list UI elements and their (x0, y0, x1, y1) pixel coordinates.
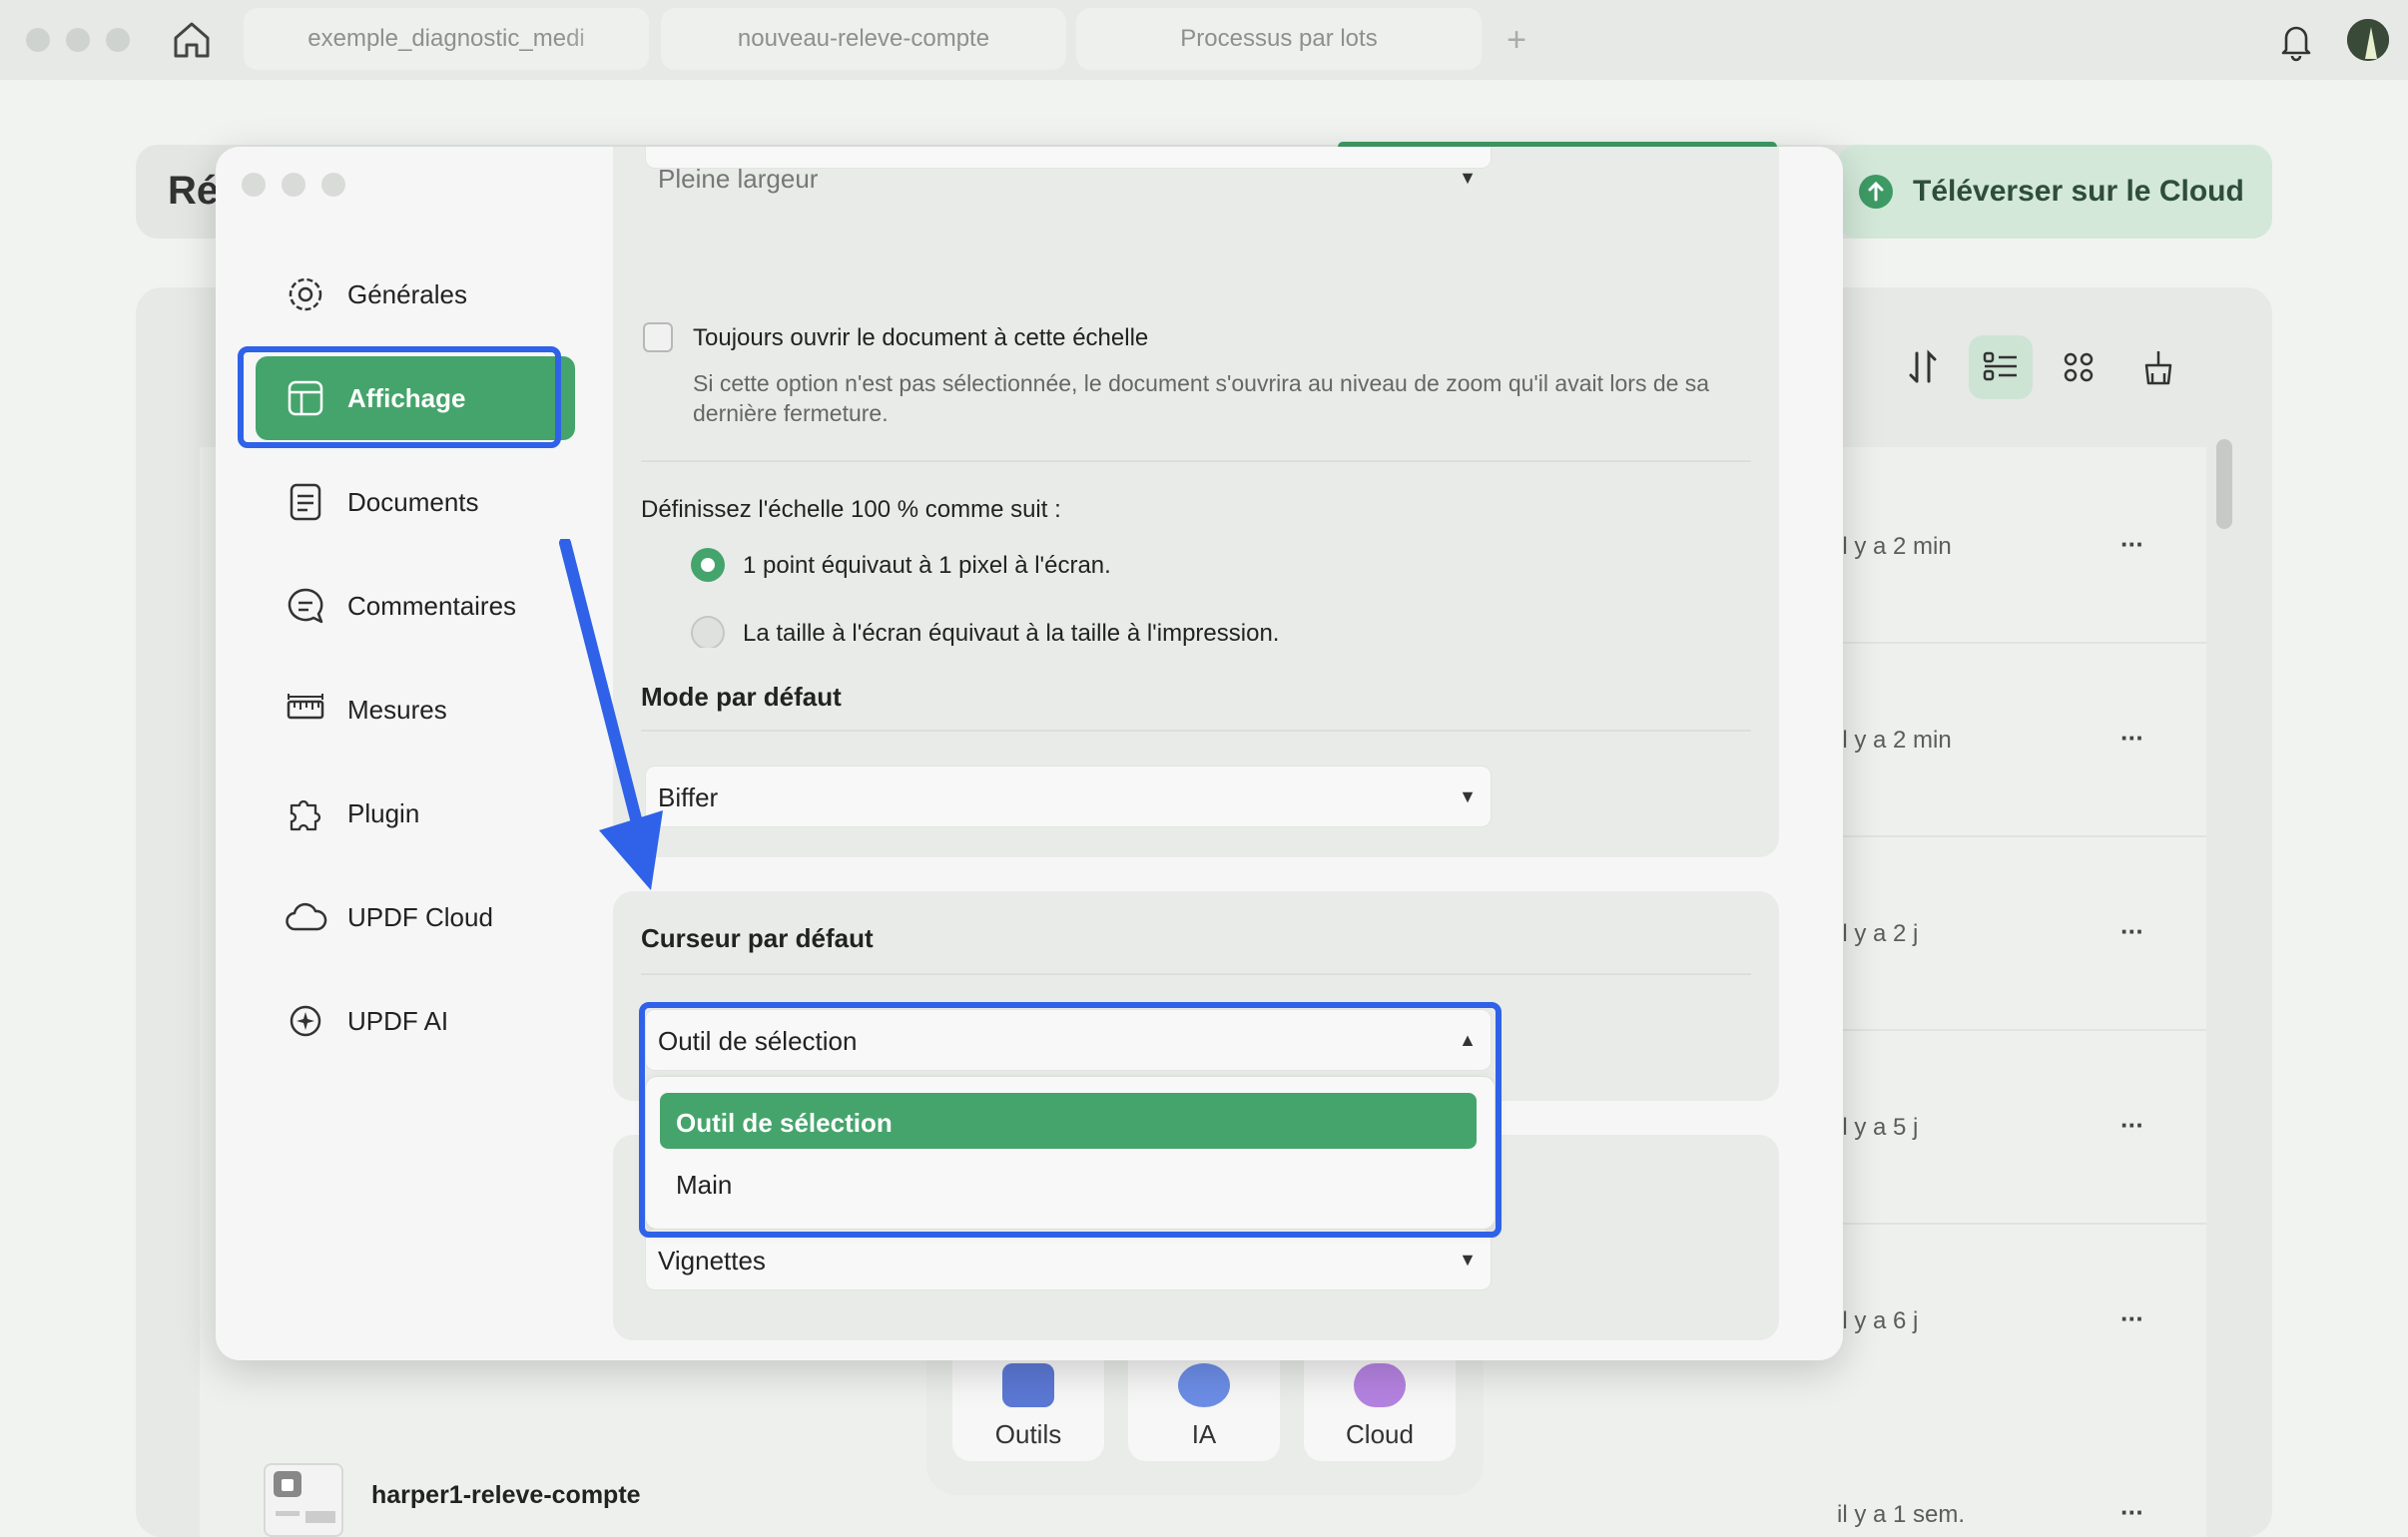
ruler-icon (284, 688, 327, 732)
row-modified-time: il y a 5 j (1837, 1114, 1919, 1141)
sidebar-item-updf-cloud[interactable]: UPDF Cloud (256, 875, 575, 959)
annotation-highlight-box (639, 1002, 1502, 1238)
row-divider (1837, 835, 2206, 837)
dialog-minimize-button[interactable] (282, 173, 305, 197)
row-modified-time: il y a 2 j (1837, 920, 1919, 947)
zoom-select[interactable]: Pleine largeur ▼ (645, 147, 1492, 194)
list-view-icon[interactable] (1969, 335, 2033, 399)
title-bar: exemple_diagnostic_medi nouveau-releve-c… (0, 0, 2408, 80)
dock-label: Outils (994, 1419, 1062, 1449)
window-close-button[interactable] (26, 28, 50, 52)
sidebar-item-label: Commentaires (347, 591, 517, 621)
window-zoom-button[interactable] (106, 28, 130, 52)
row-divider (1837, 1029, 2206, 1031)
upload-cloud-label: Téléverser sur le Cloud (1913, 175, 2244, 208)
chevron-down-icon: ▼ (1459, 168, 1477, 188)
row-more-button[interactable]: ··· (2120, 1110, 2154, 1141)
dock-ai-button[interactable]: IA (1128, 1343, 1280, 1461)
sidebar-item-label: UPDF Cloud (347, 902, 493, 932)
sidebar-item-label: UPDF AI (347, 1006, 449, 1036)
tab-document-2[interactable]: nouveau-releve-compte (661, 8, 1066, 70)
always-open-hint: Si cette option n'est pas sélectionnée, … (693, 370, 1710, 426)
divider (641, 460, 1751, 462)
chevron-down-icon: ▼ (1459, 1250, 1477, 1270)
divider (641, 973, 1751, 975)
sort-icon[interactable] (1891, 335, 1955, 399)
new-tab-button[interactable]: + (1502, 20, 1531, 60)
toolbox-icon (1002, 1363, 1054, 1407)
document-icon (284, 480, 327, 524)
dialog-close-button[interactable] (242, 173, 266, 197)
row-more-button[interactable]: ··· (2120, 723, 2154, 754)
bell-icon[interactable] (2276, 20, 2316, 62)
row-modified-time: il y a 6 j (1837, 1307, 1919, 1334)
row-modified-time: il y a 2 min (1837, 727, 1952, 754)
chevron-down-icon: ▼ (1459, 786, 1477, 806)
default-mode-card: Mode par défaut Biffer ▼ (613, 648, 1779, 857)
window-minimize-button[interactable] (66, 28, 90, 52)
scale-option-label: 1 point équivaut à 1 pixel à l'écran. (743, 552, 1111, 579)
dialog-zoom-button[interactable] (321, 173, 345, 197)
row-divider (1837, 642, 2206, 644)
list-scrollbar[interactable] (2216, 439, 2232, 529)
comment-icon (284, 584, 327, 628)
sidebar-item-label: Générales (347, 279, 467, 309)
sidebar-item-commentaires[interactable]: Commentaires (256, 564, 575, 648)
dock-label: Cloud (1346, 1419, 1414, 1449)
divider (641, 730, 1751, 732)
pdf-file-icon (264, 1463, 343, 1537)
dock-label: IA (1191, 1419, 1217, 1449)
scale-option-label: La taille à l'écran équivaut à la taille… (743, 620, 1280, 647)
cloud-icon (1354, 1363, 1406, 1407)
tab-label: nouveau-releve-compte (737, 25, 990, 52)
sidebar-item-label: Mesures (347, 695, 447, 725)
tab-label: Processus par lots (1180, 25, 1378, 52)
sidebar-item-label: Plugin (347, 798, 420, 828)
select-value: Pleine largeur (658, 164, 819, 194)
sidebar-item-mesures[interactable]: Mesures (256, 668, 575, 752)
tab-document-1[interactable]: exemple_diagnostic_medi (244, 8, 649, 70)
section-title: Curseur par défaut (641, 923, 874, 953)
sidebar-item-plugin[interactable]: Plugin (256, 771, 575, 855)
clean-icon[interactable] (2126, 335, 2190, 399)
annotation-highlight-box (238, 346, 561, 448)
upload-icon (1859, 175, 1893, 209)
row-more-button[interactable]: ··· (2120, 1303, 2154, 1334)
page-title: Ré (168, 169, 220, 213)
default-mode-select[interactable]: Biffer ▼ (645, 766, 1492, 827)
sidebar-item-updf-ai[interactable]: UPDF AI (256, 979, 575, 1063)
row-more-button[interactable]: ··· (2120, 529, 2154, 560)
annotation-arrow-icon (559, 539, 663, 890)
tab-label: exemple_diagnostic_medi (307, 25, 585, 52)
cloud-icon (284, 895, 327, 939)
puzzle-icon (284, 791, 327, 835)
sidebar-item-label: Documents (347, 487, 479, 517)
dock-cloud-button[interactable]: Cloud (1304, 1343, 1456, 1461)
row-more-button[interactable]: ··· (2120, 916, 2154, 947)
avatar[interactable] (2344, 16, 2392, 64)
sidebar-item-generales[interactable]: Générales (256, 253, 575, 336)
dock-tools-button[interactable]: Outils (952, 1343, 1104, 1461)
file-name[interactable]: harper1-releve-compte (371, 1481, 641, 1510)
ai-sparkle-icon (284, 999, 327, 1043)
row-modified-time: il y a 1 sem. (1837, 1501, 1966, 1528)
home-icon[interactable] (170, 18, 214, 62)
scale-label: Définissez l'échelle 100 % comme suit : (641, 496, 1061, 523)
upload-cloud-button[interactable]: Téléverser sur le Cloud (1837, 145, 2272, 239)
row-divider (1837, 1223, 2206, 1225)
ai-icon (1178, 1363, 1230, 1407)
row-more-button[interactable]: ··· (2120, 1497, 2154, 1528)
panel-select[interactable]: Vignettes ▼ (645, 1229, 1492, 1290)
tab-batch[interactable]: Processus par lots (1076, 8, 1482, 70)
sidebar-item-documents[interactable]: Documents (256, 460, 575, 544)
grid-view-icon[interactable] (2047, 335, 2110, 399)
always-open-label: Toujours ouvrir le document à cette éche… (693, 324, 1149, 351)
select-value: Vignettes (658, 1246, 766, 1276)
row-modified-time: il y a 2 min (1837, 533, 1952, 560)
gear-icon (284, 272, 327, 316)
always-open-checkbox[interactable] (643, 322, 673, 352)
